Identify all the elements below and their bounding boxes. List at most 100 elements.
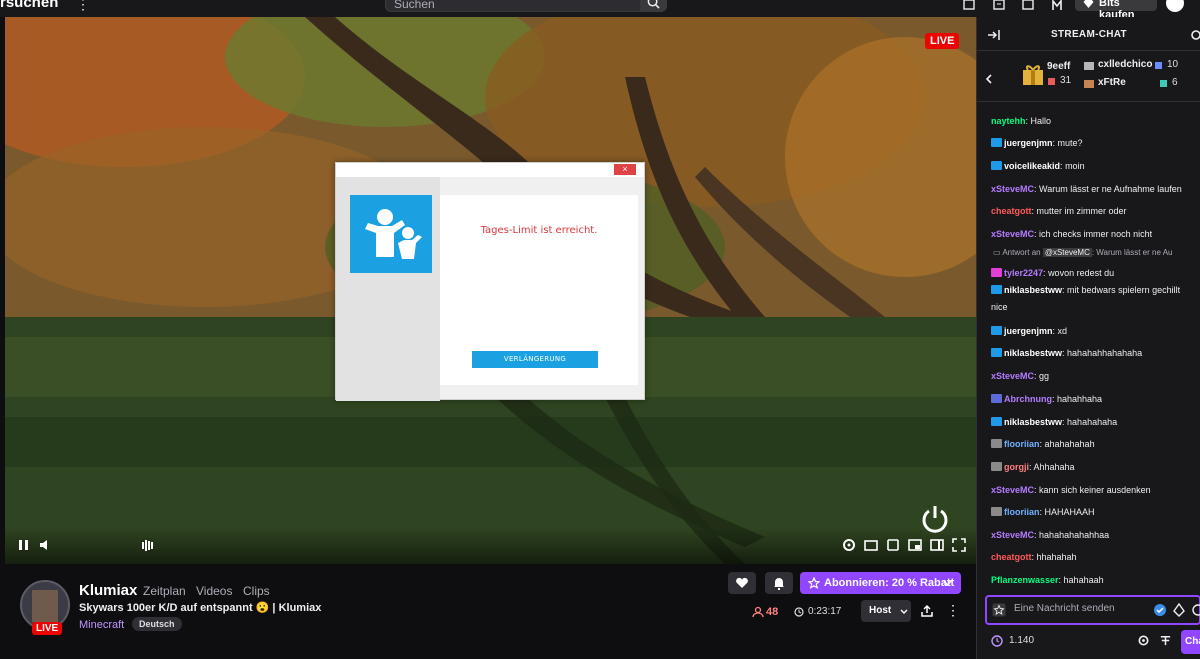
family-safety-icon: [350, 195, 432, 273]
chat-message-text: kann sich keiner ausdenken: [1039, 485, 1151, 495]
chat-username[interactable]: xSteveMC: [991, 485, 1034, 495]
crown-badge-icon[interactable]: [991, 138, 1002, 147]
chat-settings-gear-icon[interactable]: [1137, 634, 1150, 647]
user-avatar[interactable]: [1166, 0, 1184, 12]
gift-user-2[interactable]: cxlledchico: [1098, 59, 1152, 70]
chat-message: xSteveMC: ich checks immer noch nicht: [991, 228, 1200, 240]
crown-badge-icon[interactable]: [991, 161, 1002, 170]
chat-settings-icon[interactable]: [1189, 28, 1200, 42]
mini-player-icon[interactable]: [906, 536, 924, 554]
chat-send-button[interactable]: Cha: [1181, 630, 1200, 654]
daily-limit-message: Tages-Limit ist erreicht.: [480, 225, 598, 236]
gift-user-3[interactable]: xFtRe: [1098, 77, 1126, 88]
emote-star-icon[interactable]: [992, 603, 1006, 617]
chat-username[interactable]: juergenjmn: [1004, 138, 1053, 148]
hand-badge-icon[interactable]: [991, 439, 1002, 448]
chat-username[interactable]: Abrchnung: [1004, 394, 1052, 404]
chat-message-text: mit bedwars spielern gechillt: [1067, 285, 1181, 295]
chat-username[interactable]: Pflanzenwasser: [991, 575, 1059, 585]
reply-reference[interactable]: ▭ Antwort an @xSteveMC: Warum lässt er n…: [993, 248, 1172, 257]
audio-levels-icon[interactable]: [139, 536, 157, 554]
pause-icon[interactable]: [15, 536, 33, 554]
reply-mention[interactable]: @xSteveMC: [1042, 248, 1092, 257]
chat-username[interactable]: tyler2247: [1004, 268, 1043, 278]
more-options-icon[interactable]: ⋮: [946, 602, 960, 619]
crown-badge-icon[interactable]: [991, 348, 1002, 357]
chat-username[interactable]: cheatgott: [991, 552, 1032, 562]
gift-count-2: 10: [1167, 59, 1179, 70]
chevron-left-icon[interactable]: [985, 74, 992, 84]
screen-share-icon[interactable]: [884, 536, 902, 554]
bits-icon[interactable]: [1173, 603, 1185, 617]
chat-username[interactable]: flooriian: [1004, 439, 1040, 449]
chat-username[interactable]: xSteveMC: [991, 229, 1034, 239]
chat-message-input[interactable]: [1014, 603, 1154, 614]
chat-message: juergenjmn: xd: [991, 325, 1200, 337]
tab-clips[interactable]: Clips: [243, 584, 270, 598]
tv-badge-icon[interactable]: [991, 394, 1002, 403]
verified-icon[interactable]: [1153, 603, 1167, 617]
fullscreen-icon[interactable]: [950, 536, 968, 554]
chat-message-text: mutter im zimmer oder: [1036, 206, 1127, 216]
chat-input-box[interactable]: [985, 595, 1200, 625]
game-link[interactable]: Minecraft: [79, 619, 124, 631]
crown-badge-icon[interactable]: [991, 417, 1002, 426]
chat-username[interactable]: flooriian: [1004, 507, 1040, 517]
chat-username[interactable]: juergenjmn: [1004, 326, 1053, 336]
chat-username[interactable]: niklasbestww: [1004, 285, 1062, 295]
hand-badge-icon[interactable]: [991, 462, 1002, 471]
gift-user-1[interactable]: 9eeff: [1047, 61, 1070, 72]
browse-link[interactable]: rsuchen: [0, 0, 58, 11]
chat-username[interactable]: naytehh: [991, 116, 1026, 126]
get-bits-label: Bits kaufen: [1099, 0, 1135, 17]
host-label: Host: [869, 605, 892, 616]
prediction-icon[interactable]: [1159, 634, 1172, 647]
tab-schedule[interactable]: Zeitplan: [143, 584, 186, 598]
extend-time-button[interactable]: VERLÄNGERUNG: [472, 351, 598, 368]
chat-username[interactable]: gorgji: [1004, 462, 1029, 472]
channel-live-badge: LIVE: [32, 622, 63, 635]
host-button[interactable]: Host: [861, 600, 911, 622]
tab-videos[interactable]: Videos: [196, 584, 232, 598]
inbox-icon[interactable]: [1021, 0, 1035, 12]
chat-username[interactable]: voicelikeakid: [1004, 161, 1060, 171]
get-bits-button[interactable]: Bits kaufen: [1075, 0, 1157, 17]
chat-message: xSteveMC: hahahahahahhaa: [991, 529, 1200, 541]
chat-username[interactable]: niklasbestww: [1004, 348, 1062, 358]
channel-points-count: 1.140: [1009, 635, 1035, 646]
language-tag[interactable]: Deutsch: [132, 617, 182, 631]
notifications-button[interactable]: [765, 572, 793, 594]
theatre-mode-icon[interactable]: [928, 536, 946, 554]
follow-button[interactable]: [728, 572, 756, 594]
more-menu-icon[interactable]: ⋮: [76, 0, 90, 13]
chat-message-text: hahahahhahahaha: [1067, 348, 1143, 358]
chat-username[interactable]: niklasbestww: [1004, 417, 1062, 427]
emote-picker-icon[interactable]: [1191, 603, 1200, 617]
volume-icon[interactable]: [37, 536, 55, 554]
settings-icon[interactable]: [840, 536, 858, 554]
notifications-icon[interactable]: [962, 0, 976, 12]
search-input[interactable]: Suchen: [385, 0, 641, 12]
hand-badge-icon[interactable]: [991, 507, 1002, 516]
whispers-icon[interactable]: [992, 0, 1006, 12]
chat-title: STREAM-CHAT: [1051, 29, 1127, 40]
prime-crown-icon[interactable]: [1050, 0, 1064, 12]
heart-badge-icon[interactable]: [991, 268, 1002, 277]
top-nav: rsuchen ⋮ Suchen Bits kaufen: [0, 0, 1200, 17]
dialog-close-button[interactable]: ×: [614, 164, 636, 175]
channel-name[interactable]: Klumiax: [79, 582, 137, 599]
clip-icon[interactable]: [862, 536, 880, 554]
chat-username[interactable]: xSteveMC: [991, 371, 1034, 381]
chat-message-text: Warum lässt er ne Aufnahme laufen: [1039, 184, 1182, 194]
crown-badge-icon[interactable]: [991, 285, 1002, 294]
chat-username[interactable]: xSteveMC: [991, 184, 1034, 194]
chat-message-text: hhahahah: [1036, 552, 1077, 562]
chat-username[interactable]: xSteveMC: [991, 530, 1034, 540]
gift-icon: [1048, 78, 1055, 85]
chat-username[interactable]: cheatgott: [991, 206, 1032, 216]
subscribe-button[interactable]: Abonnieren: 20 % Rabatt: [800, 572, 961, 594]
search-button[interactable]: [641, 0, 667, 12]
crown-badge-icon[interactable]: [991, 326, 1002, 335]
share-icon[interactable]: [920, 604, 934, 618]
channel-points-icon[interactable]: [991, 635, 1003, 647]
